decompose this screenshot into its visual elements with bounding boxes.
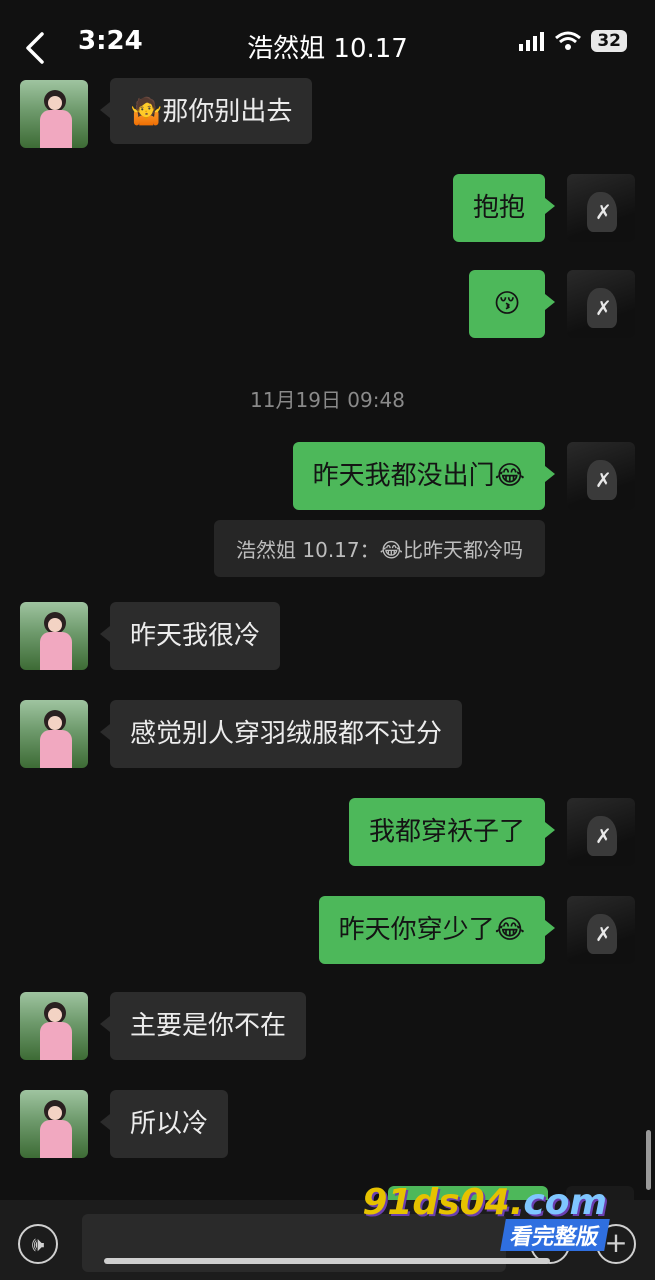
contact-avatar[interactable]	[20, 1090, 88, 1158]
message-text: 所以冷	[130, 1109, 209, 1139]
message-text: 昨天我都没出门	[312, 461, 495, 491]
shrug-emoji-icon: 🤷	[130, 97, 163, 127]
message-bubble[interactable]: 我都穿袄子了	[348, 798, 556, 866]
voice-icon: 🕪	[31, 1232, 45, 1256]
message-text: 主要是你不在	[130, 1011, 287, 1041]
my-avatar[interactable]: ✗	[567, 270, 635, 338]
message-text: 我都穿袄子了	[368, 817, 525, 847]
message-text: 昨天我很冷	[130, 621, 261, 651]
my-avatar[interactable]: ✗	[567, 442, 635, 510]
status-icons: 32	[519, 30, 627, 52]
message-text: 昨天你穿少了	[338, 915, 495, 945]
kiss-emoji-icon: 😚	[493, 289, 521, 319]
home-indicator	[104, 1258, 550, 1264]
laugh-cry-emoji-icon: 😂	[494, 915, 525, 945]
watermark-label: 看完整版	[500, 1219, 610, 1251]
watermark-url-suffix: com	[523, 1182, 607, 1223]
message-bubble[interactable]: 感觉别人穿羽绒服都不过分	[99, 700, 463, 768]
contact-avatar[interactable]	[20, 80, 88, 148]
scrollbar[interactable]	[646, 1130, 651, 1190]
message-bubble[interactable]: 🤷那你别出去	[99, 78, 313, 144]
message-bubble[interactable]: 抱抱	[452, 174, 556, 242]
contact-avatar[interactable]	[20, 700, 88, 768]
message-text: 抱抱	[472, 193, 525, 223]
message-bubble[interactable]: 😚	[469, 270, 555, 338]
message-bubble[interactable]: 主要是你不在	[99, 992, 307, 1060]
voice-button[interactable]: 🕪	[18, 1224, 58, 1264]
plus-icon: +	[604, 1226, 628, 1259]
message-bubble[interactable]: 所以冷	[99, 1090, 229, 1158]
watermark: 91ds04.com 看完整版	[362, 1182, 610, 1251]
message-bubble[interactable]: 昨天我都没出门😂	[292, 442, 556, 510]
quoted-message[interactable]: 浩然姐 10.17：😂比昨天都冷吗	[214, 520, 545, 577]
contact-avatar[interactable]	[20, 992, 88, 1060]
wifi-icon	[555, 31, 582, 50]
chat-timestamp: 11月19日 09:48	[250, 388, 405, 412]
my-avatar[interactable]: ✗	[567, 798, 635, 866]
message-text: 感觉别人穿羽绒服都不过分	[130, 719, 443, 749]
message-text: 那你别出去	[162, 97, 293, 127]
laugh-cry-emoji-icon: 😂	[494, 461, 525, 491]
message-bubble[interactable]: 昨天你穿少了😂	[318, 896, 556, 964]
my-avatar[interactable]: ✗	[567, 896, 635, 964]
battery-indicator: 32	[591, 30, 627, 52]
contact-avatar[interactable]	[20, 602, 88, 670]
signal-icon	[519, 32, 545, 51]
watermark-url: 91ds04.	[362, 1182, 524, 1223]
my-avatar[interactable]: ✗	[567, 174, 635, 242]
message-bubble[interactable]: 昨天我很冷	[99, 602, 281, 670]
